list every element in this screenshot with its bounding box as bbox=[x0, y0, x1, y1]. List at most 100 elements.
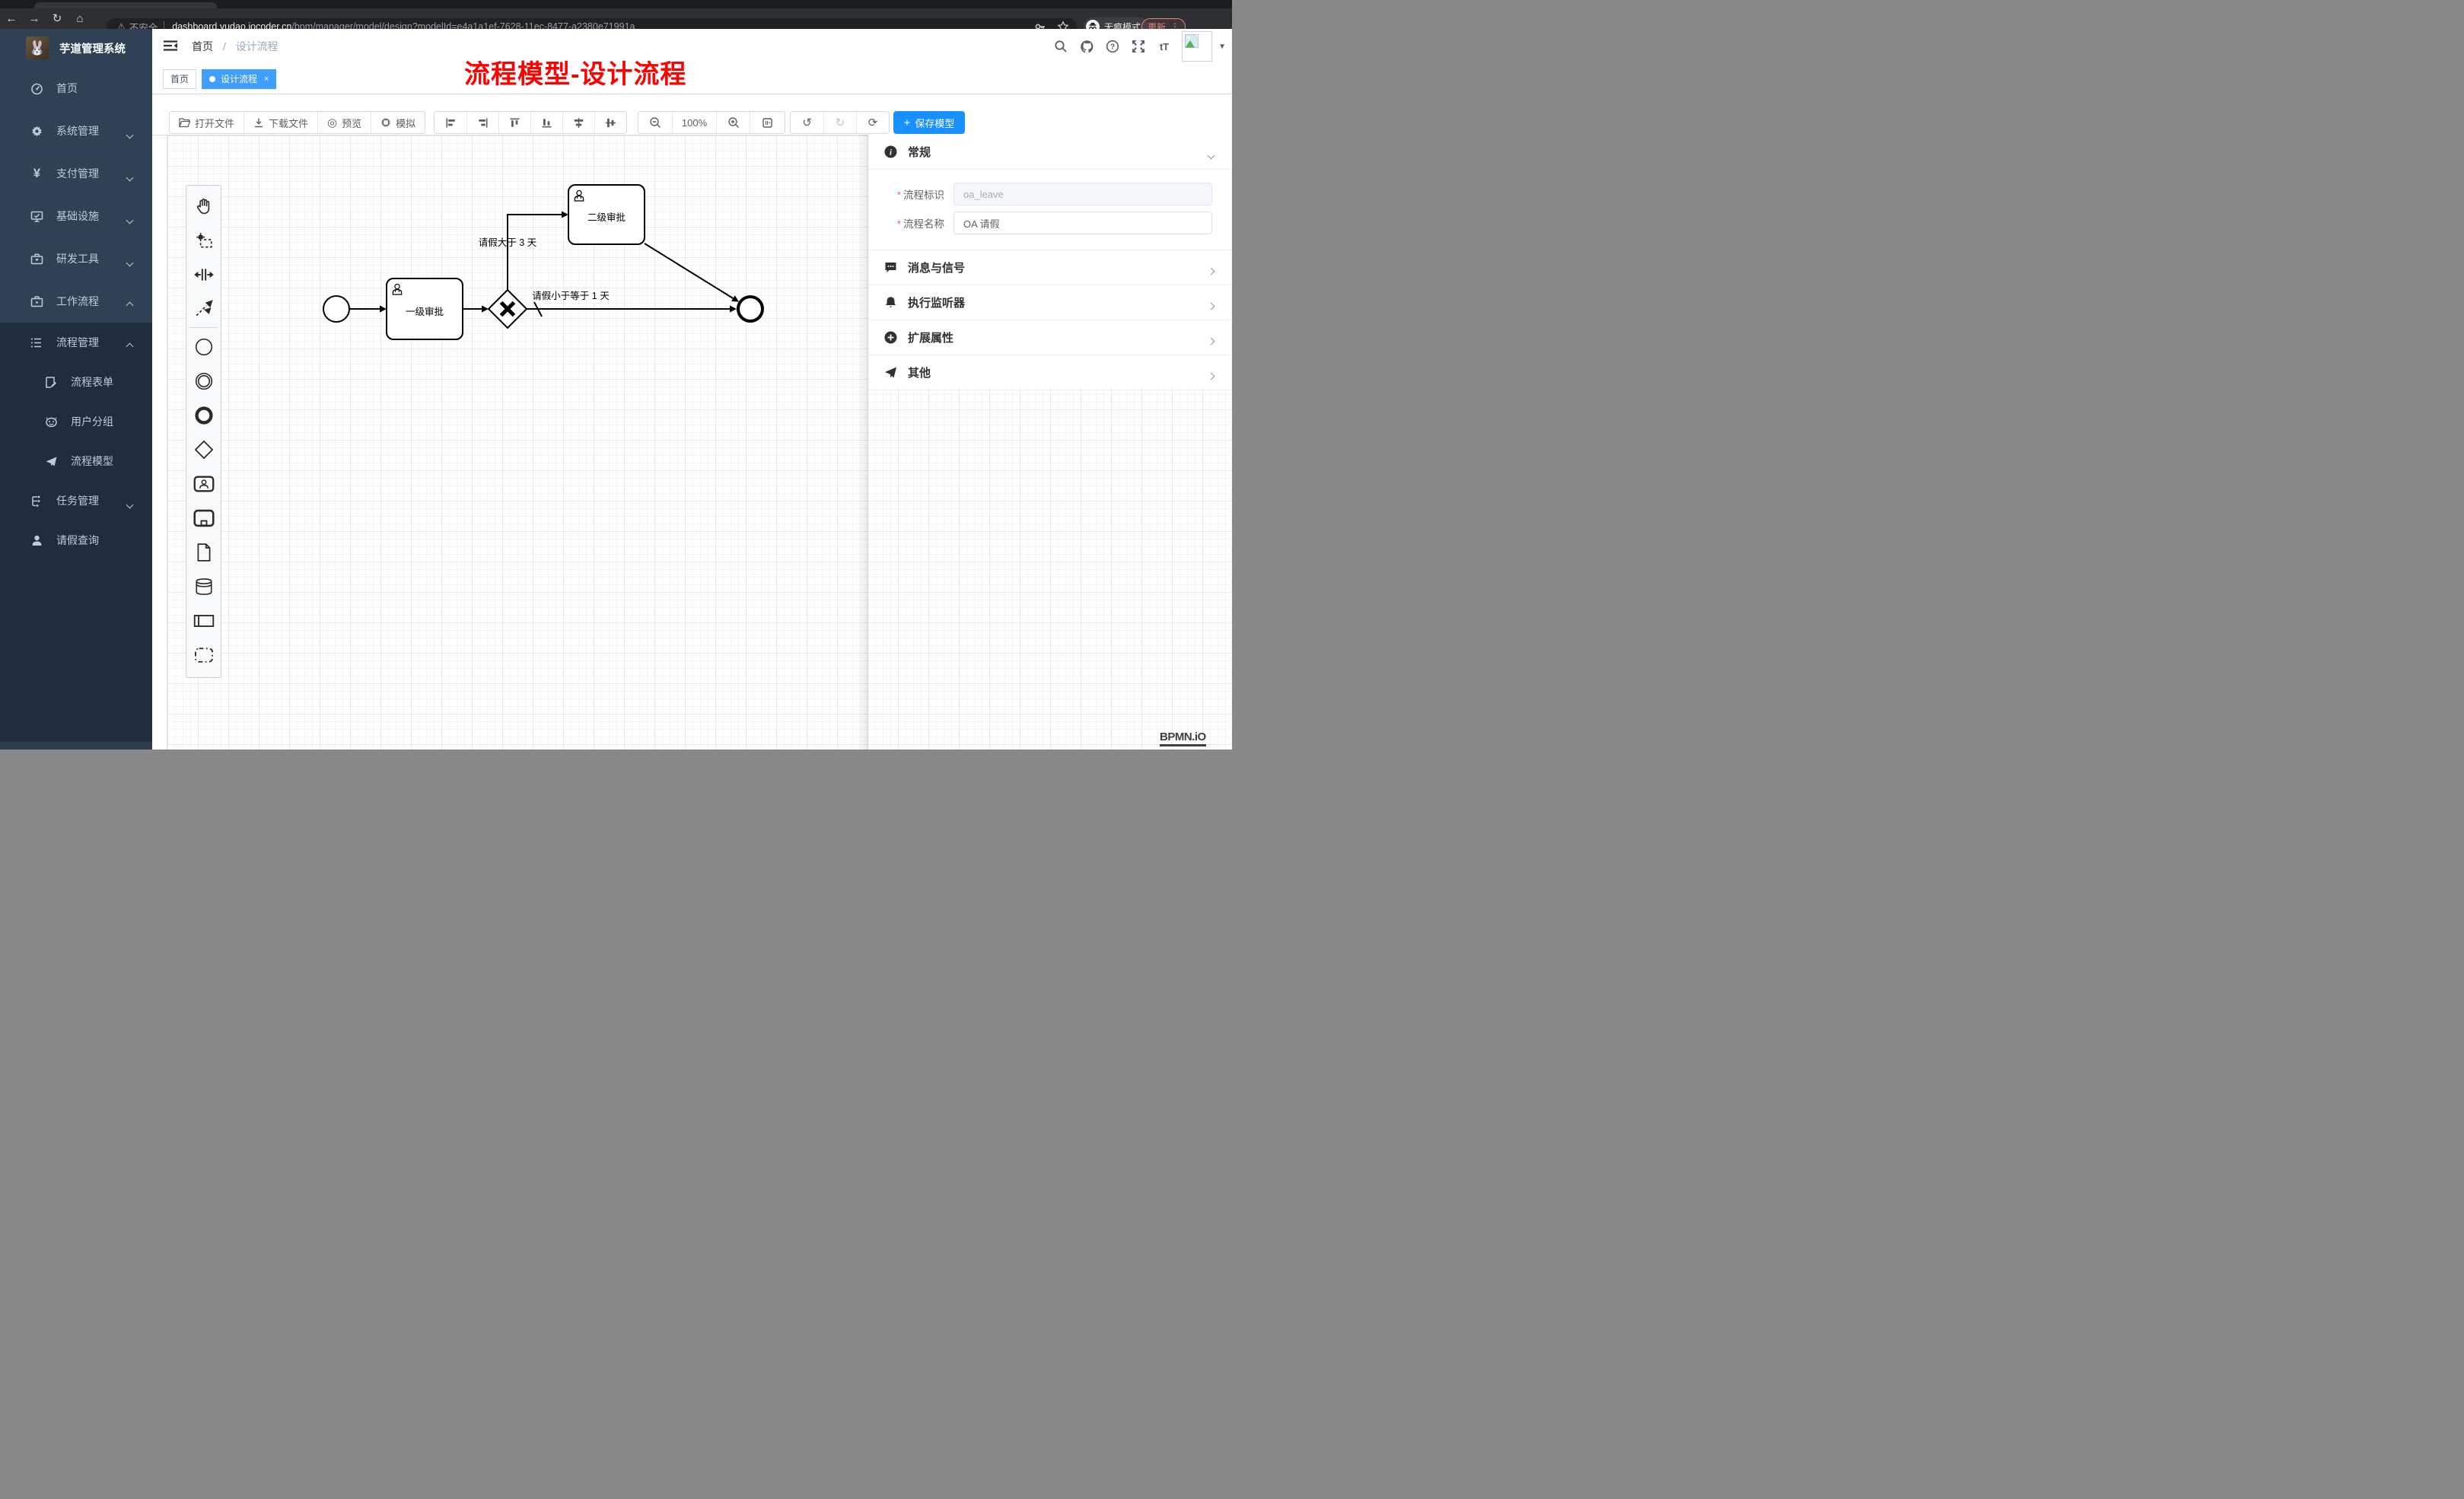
open-file-button[interactable]: 打开文件 bbox=[170, 112, 244, 133]
simulate-button[interactable]: 模拟 bbox=[371, 112, 425, 133]
sidebar-item-process-mgmt[interactable]: 流程管理 bbox=[0, 323, 152, 362]
search-icon[interactable] bbox=[1048, 29, 1074, 64]
align-horizontal-center-icon[interactable] bbox=[594, 112, 626, 133]
browser-tab-strip bbox=[0, 0, 1232, 8]
section-title: 其他 bbox=[908, 364, 931, 380]
reload-icon[interactable]: ↻ bbox=[46, 8, 68, 29]
zoom-in-icon[interactable] bbox=[716, 112, 750, 133]
panel-shadow bbox=[857, 135, 868, 750]
back-icon[interactable]: ← bbox=[0, 8, 23, 29]
flow-condition-label[interactable]: 请假大于 3 天 bbox=[454, 234, 561, 249]
tag-design-process[interactable]: 设计流程 × bbox=[202, 69, 276, 89]
section-message-signal[interactable]: 消息与信号 bbox=[868, 250, 1232, 285]
align-bottom-icon[interactable] bbox=[530, 112, 562, 133]
sidebar-item-system[interactable]: 系统管理 bbox=[0, 110, 152, 152]
align-right-icon[interactable] bbox=[466, 112, 498, 133]
button-label: 打开文件 bbox=[195, 116, 234, 130]
button-label: 下载文件 bbox=[269, 116, 308, 130]
sidebar-item-label: 工作流程 bbox=[56, 294, 99, 309]
plus-icon: + bbox=[904, 116, 911, 129]
forward-icon[interactable]: → bbox=[23, 8, 46, 29]
user-icon bbox=[30, 534, 43, 547]
sidebar-item-user-group[interactable]: 用户分组 bbox=[0, 402, 152, 441]
avatar[interactable] bbox=[1182, 31, 1212, 62]
chevron-down-icon bbox=[126, 174, 134, 182]
browser-active-tab[interactable] bbox=[34, 2, 217, 8]
task-label[interactable]: 一级审批 bbox=[387, 304, 463, 318]
button-label: 预览 bbox=[342, 116, 361, 130]
zoom-level-label: 100% bbox=[682, 117, 707, 129]
process-key-input[interactable] bbox=[953, 183, 1212, 205]
button-label: 模拟 bbox=[396, 116, 415, 130]
home-icon[interactable]: ⌂ bbox=[68, 8, 91, 29]
preview-button[interactable]: ◎ 预览 bbox=[317, 112, 371, 133]
app-window: ← → ↻ ⌂ ⚠ 不安全 dashboard.yudao.iocoder.cn… bbox=[0, 0, 1232, 750]
info-icon: i bbox=[884, 145, 897, 158]
sidebar-item-label: 任务管理 bbox=[56, 493, 99, 508]
bpmn-io-watermark[interactable]: BPMN.iO bbox=[1160, 730, 1206, 746]
zoom-button-group: 100% bbox=[638, 111, 785, 134]
section-general[interactable]: i 常规 bbox=[868, 135, 1232, 170]
sidebar-item-payment[interactable]: ¥ 支付管理 bbox=[0, 152, 152, 195]
toolbox-icon bbox=[30, 253, 43, 266]
chevron-right-icon bbox=[1208, 267, 1215, 275]
monitor-icon bbox=[30, 210, 43, 223]
chevron-down-icon bbox=[1208, 151, 1215, 159]
sidebar-item-infra[interactable]: 基础设施 bbox=[0, 195, 152, 237]
start-event[interactable] bbox=[323, 296, 349, 322]
robot-icon bbox=[45, 415, 58, 428]
sidebar-item-process-form[interactable]: 流程表单 bbox=[0, 362, 152, 402]
browser-toolbar: ← → ↻ ⌂ ⚠ 不安全 dashboard.yudao.iocoder.cn… bbox=[0, 8, 1232, 29]
process-name-input[interactable] bbox=[953, 212, 1212, 234]
file-button-group: 打开文件 下载文件 ◎ 预览 模拟 bbox=[169, 111, 425, 134]
undo-icon[interactable]: ↺ bbox=[791, 112, 823, 133]
section-other[interactable]: 其他 bbox=[868, 355, 1232, 390]
collapse-sidebar-icon[interactable] bbox=[163, 39, 178, 55]
redo-icon[interactable]: ↻ bbox=[823, 112, 856, 133]
workflow-submenu: 流程管理 流程表单 用户分组 流程模型 bbox=[0, 323, 152, 742]
font-size-icon[interactable]: tT bbox=[1151, 29, 1177, 64]
sidebar-item-label: 流程管理 bbox=[56, 335, 99, 350]
general-form: *流程标识 *流程名称 bbox=[868, 170, 1232, 250]
sidebar-item-leave-query[interactable]: 请假查询 bbox=[0, 520, 152, 560]
align-top-icon[interactable] bbox=[498, 112, 530, 133]
zoom-out-icon[interactable] bbox=[638, 112, 672, 133]
restart-icon[interactable]: ⟳ bbox=[856, 112, 889, 133]
align-vertical-center-icon[interactable] bbox=[562, 112, 594, 133]
logo-row[interactable]: 🐰 芋道管理系统 bbox=[0, 29, 152, 67]
help-icon[interactable]: ? bbox=[1100, 29, 1125, 64]
close-icon[interactable]: × bbox=[264, 75, 269, 84]
align-button-group bbox=[434, 111, 627, 134]
save-model-button[interactable]: + 保存模型 bbox=[893, 111, 965, 134]
sidebar-item-process-model[interactable]: 流程模型 bbox=[0, 441, 152, 481]
sidebar-item-devtools[interactable]: 研发工具 bbox=[0, 237, 152, 280]
tag-home[interactable]: 首页 bbox=[163, 69, 196, 89]
avatar-caret-icon[interactable]: ▼ bbox=[1218, 43, 1226, 51]
fullscreen-icon[interactable] bbox=[1125, 29, 1151, 64]
field-label: *流程名称 bbox=[868, 215, 953, 231]
chevron-right-icon bbox=[1208, 302, 1215, 310]
end-event[interactable] bbox=[738, 297, 762, 321]
sidebar-item-task-mgmt[interactable]: 任务管理 bbox=[0, 481, 152, 520]
task-label[interactable]: 二级审批 bbox=[568, 209, 645, 224]
app-header: 首页 / 设计流程 ? tT bbox=[152, 29, 1232, 64]
fit-viewport-icon[interactable] bbox=[750, 112, 785, 133]
sidebar-item-workflow[interactable]: 工作流程 bbox=[0, 280, 152, 323]
message-icon bbox=[884, 261, 897, 274]
section-execution-listener[interactable]: 执行监听器 bbox=[868, 285, 1232, 320]
section-title: 扩展属性 bbox=[908, 329, 953, 345]
section-extended-attributes[interactable]: 扩展属性 bbox=[868, 320, 1232, 355]
flow-condition-label[interactable]: 请假小于等于 1 天 bbox=[517, 288, 624, 302]
sidebar-item-home[interactable]: 首页 bbox=[0, 67, 152, 110]
breadcrumb-home[interactable]: 首页 bbox=[192, 40, 213, 53]
github-icon[interactable] bbox=[1074, 29, 1100, 64]
paper-plane-icon bbox=[45, 455, 58, 468]
annotation-title: 流程模型-设计流程 bbox=[464, 53, 686, 91]
active-dot bbox=[209, 76, 215, 82]
download-file-button[interactable]: 下载文件 bbox=[244, 112, 317, 133]
breadcrumb: 首页 / 设计流程 bbox=[192, 39, 279, 54]
history-button-group: ↺ ↻ ⟳ bbox=[790, 111, 890, 134]
yen-icon: ¥ bbox=[30, 167, 43, 180]
breadcrumb-current: 设计流程 bbox=[236, 40, 279, 53]
align-left-icon[interactable] bbox=[435, 112, 466, 133]
